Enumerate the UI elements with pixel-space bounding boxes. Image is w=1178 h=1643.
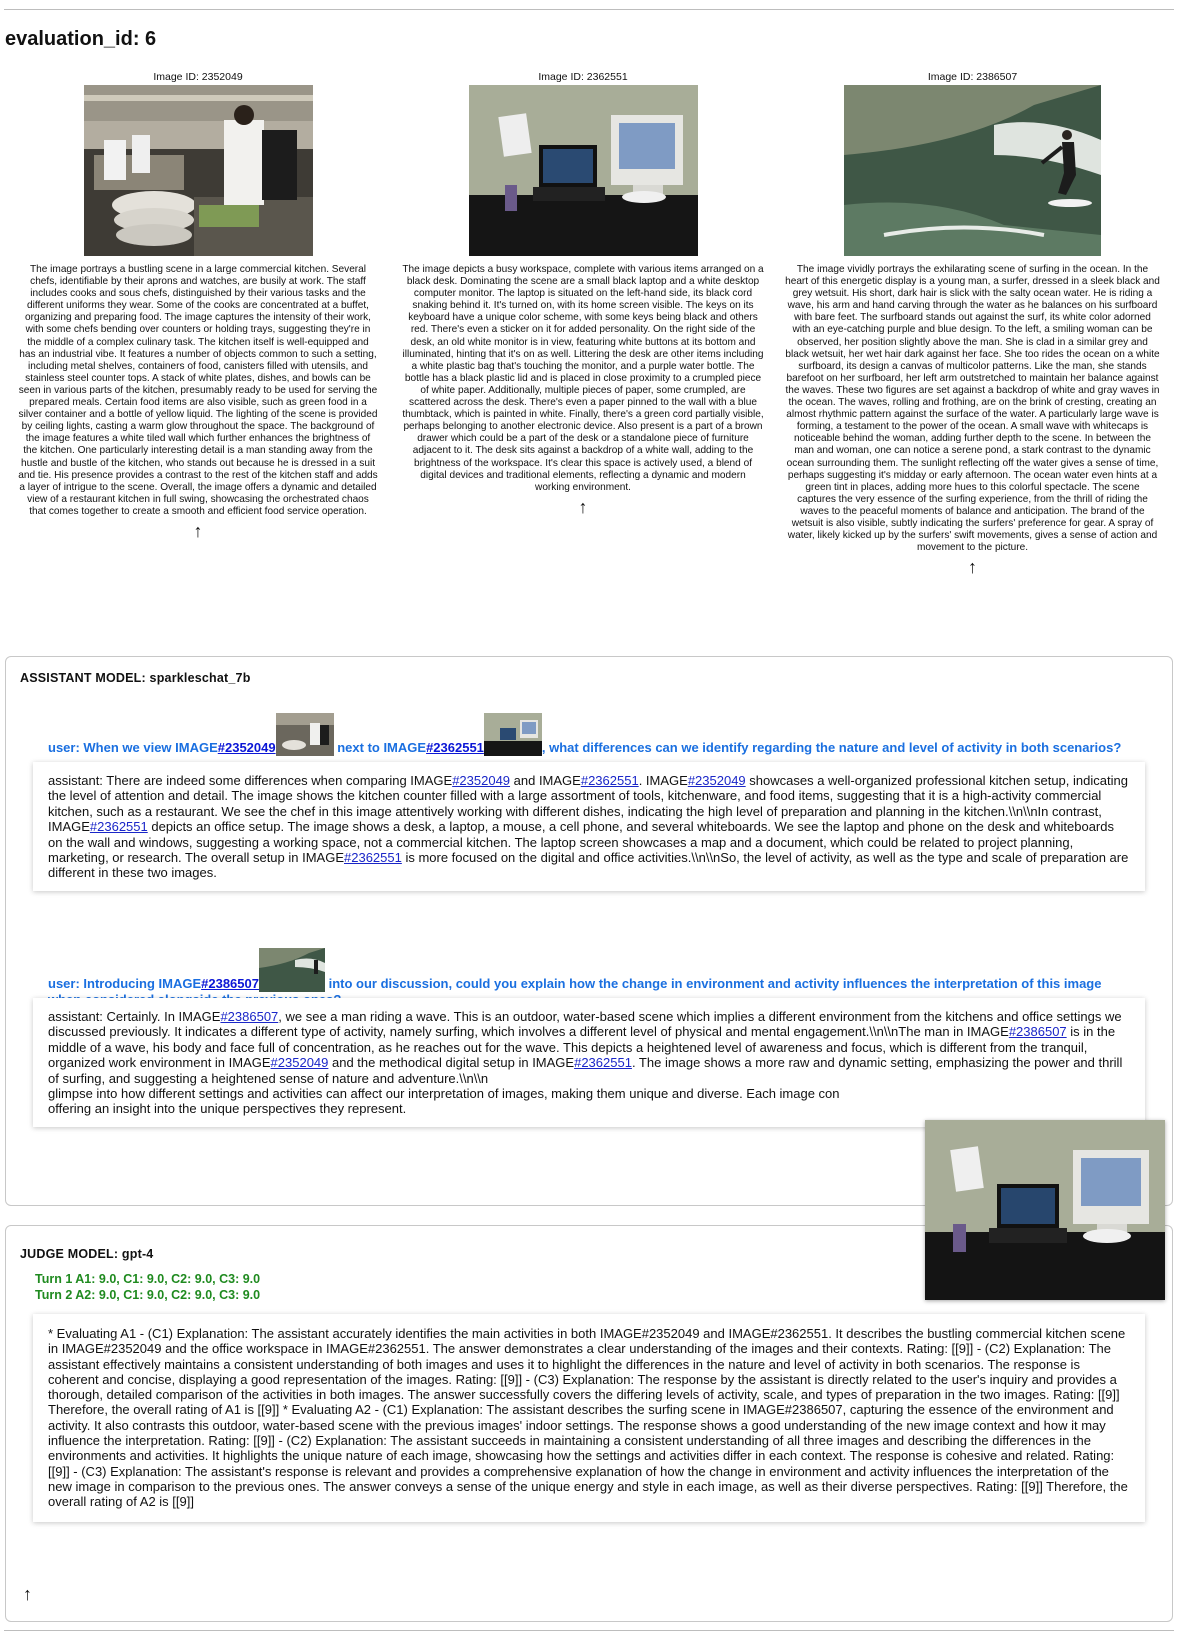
- image-link[interactable]: #2352049: [452, 773, 510, 788]
- image-caption: Image ID: 2362551: [538, 71, 628, 83]
- turn-2-score: Turn 2 A2: 9.0, C1: 9.0, C2: 9.0, C3: 9.…: [35, 1288, 261, 1302]
- answer-text: glimpse into how different settings and …: [48, 1086, 840, 1102]
- kitchen-photo[interactable]: [83, 85, 313, 256]
- assistant-answer-turn-1: assistant: There are indeed some differe…: [33, 762, 1145, 891]
- image-link[interactable]: #2362551: [426, 740, 484, 755]
- image-link[interactable]: #2362551: [90, 819, 148, 834]
- user-question-text: user: Introducing IMAGE: [48, 976, 202, 991]
- image-caption: Image ID: 2386507: [927, 71, 1018, 83]
- image-caption: Image ID: 2352049: [153, 71, 243, 83]
- answer-text: assistant: There are indeed some differe…: [48, 773, 453, 788]
- image-link[interactable]: #2386507: [201, 976, 259, 991]
- image-gallery: Image ID: 2352049 The image portrays a b…: [0, 71, 1178, 651]
- image-description: The image vividly portrays the exhilarat…: [785, 264, 1160, 554]
- judge-model-heading: JUDGE MODEL: gpt-4: [20, 1247, 154, 1261]
- turn-1-score: Turn 1 A1: 9.0, C1: 9.0, C2: 9.0, C3: 9.…: [35, 1272, 261, 1286]
- image-link[interactable]: #2352049: [271, 1055, 329, 1070]
- user-question-text: , what differences can we identify regar…: [541, 740, 1122, 755]
- answer-text: and IMAGE: [510, 773, 581, 788]
- workspace-photo[interactable]: [468, 85, 698, 256]
- up-arrow-icon[interactable]: ↑: [785, 556, 1160, 578]
- image-link[interactable]: #2386507: [1009, 1024, 1067, 1039]
- gallery-cell-kitchen: Image ID: 2352049 The image portrays a b…: [18, 71, 378, 542]
- bottom-divider: [4, 1630, 1174, 1631]
- page-title: evaluation_id: 6: [5, 28, 157, 50]
- user-question-text: next to IMAGE: [333, 740, 427, 755]
- judge-evaluation-text: * Evaluating A1 - (C1) Explanation: The …: [33, 1314, 1145, 1522]
- surfing-thumbnail[interactable]: [258, 948, 325, 992]
- image-hover-preview: [925, 1120, 1165, 1300]
- gallery-cell-surfing: Image ID: 2386507 The image vividly port…: [785, 71, 1160, 578]
- image-link[interactable]: #2352049: [218, 740, 276, 755]
- assistant-model-heading: ASSISTANT MODEL: sparkleschat_7b: [20, 671, 251, 685]
- user-question-turn-1: user: When we view IMAGE#2352049 next to…: [48, 713, 1122, 756]
- gallery-cell-workspace: Image ID: 2362551 The image depicts a bu…: [402, 71, 764, 518]
- top-divider: [4, 9, 1174, 10]
- image-link[interactable]: #2352049: [688, 773, 746, 788]
- answer-text: and the methodical digital setup in IMAG…: [328, 1055, 575, 1071]
- image-link[interactable]: #2362551: [574, 1055, 632, 1070]
- image-description: The image portrays a bustling scene in a…: [18, 264, 378, 517]
- image-link[interactable]: #2362551: [344, 850, 402, 865]
- kitchen-thumbnail[interactable]: [275, 713, 334, 756]
- image-link[interactable]: #2362551: [581, 773, 639, 788]
- user-question-text: user: When we view IMAGE: [48, 740, 218, 755]
- answer-text: . IMAGE: [638, 773, 688, 788]
- up-arrow-icon[interactable]: ↑: [402, 496, 764, 518]
- answer-text: offering an insight into the unique pers…: [48, 1101, 407, 1117]
- up-arrow-icon[interactable]: ↑: [18, 520, 378, 542]
- up-arrow-icon[interactable]: ↑: [23, 1584, 32, 1605]
- workspace-thumbnail[interactable]: [483, 713, 542, 756]
- image-link[interactable]: #2386507: [220, 1009, 278, 1024]
- image-description: The image depicts a busy workspace, comp…: [402, 264, 764, 493]
- assistant-answer-turn-2: assistant: Certainly. In IMAGE#2386507, …: [33, 998, 1145, 1127]
- answer-text: assistant: Certainly. In IMAGE: [48, 1009, 221, 1024]
- surfing-photo[interactable]: [844, 85, 1101, 256]
